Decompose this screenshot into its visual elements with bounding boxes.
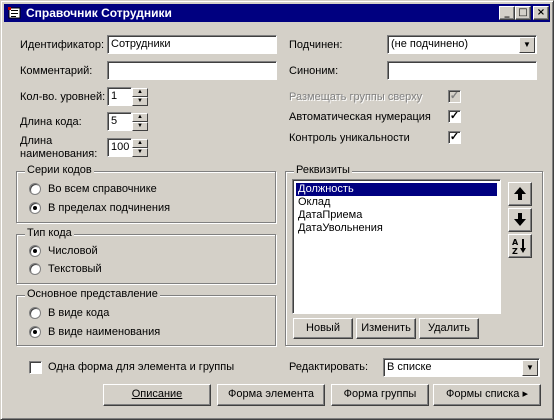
edit-attribute-button[interactable]: Изменить: [356, 318, 416, 339]
auto-numbering-checkbox[interactable]: ✓: [448, 110, 461, 123]
new-attribute-button[interactable]: Новый: [293, 318, 353, 339]
title-bar[interactable]: Справочник Сотрудники _ □ ×: [4, 4, 550, 22]
radio-numeric[interactable]: [29, 245, 41, 257]
code-type-title: Тип кода: [25, 227, 74, 239]
code-length-spinner[interactable]: ▲ ▼: [132, 113, 148, 131]
edit-mode-label: Редактировать:: [289, 361, 369, 373]
uniqueness-checkbox[interactable]: ✓: [448, 131, 461, 144]
sort-az-icon: A Z: [512, 238, 526, 256]
close-button[interactable]: ×: [533, 6, 549, 20]
delete-attribute-button[interactable]: Удалить: [419, 318, 479, 339]
name-length-spinner[interactable]: ▲ ▼: [132, 139, 148, 157]
chevron-down-icon[interactable]: ▼: [519, 37, 535, 53]
svg-text:A: A: [512, 238, 519, 247]
groups-top-label: Размещать группы сверху: [289, 91, 423, 103]
main-view-group: Основное представление В виде кода В вид…: [16, 288, 276, 346]
one-form-label: Одна форма для элемента и группы: [48, 361, 235, 373]
chevron-down-icon[interactable]: ▼: [522, 360, 538, 376]
list-item[interactable]: Должность: [296, 183, 497, 196]
code-length-field[interactable]: 5 ▲ ▼: [107, 112, 148, 131]
comment-field[interactable]: [107, 61, 277, 80]
auto-numbering-label: Автоматическая нумерация: [289, 111, 431, 123]
levels-spinner[interactable]: ▲ ▼: [132, 88, 148, 106]
edit-mode-combo[interactable]: В списке ▼: [383, 358, 540, 377]
radio-text-label: Текстовый: [48, 263, 102, 275]
name-length-label-line2: наименования:: [20, 148, 98, 160]
subordinate-combo[interactable]: (не подчинено) ▼: [387, 35, 537, 54]
triangle-right-icon: ▸: [522, 388, 528, 400]
list-forms-button[interactable]: Формы списка ▸: [433, 384, 541, 406]
code-series-title: Серии кодов: [25, 164, 94, 176]
identifier-field[interactable]: Сотрудники: [107, 35, 277, 54]
arrow-up-icon: [514, 187, 526, 200]
sort-button[interactable]: A Z: [508, 234, 532, 258]
code-type-group: Тип кода Числовой Текстовый: [16, 227, 276, 284]
description-button[interactable]: Описание: [103, 384, 211, 406]
levels-field[interactable]: 1 ▲ ▼: [107, 87, 148, 106]
move-down-button[interactable]: [508, 208, 532, 232]
name-length-label-line1: Длина: [20, 135, 53, 147]
synonym-field[interactable]: [387, 61, 537, 80]
name-length-field[interactable]: 100 ▲ ▼: [107, 138, 148, 157]
uniqueness-label: Контроль уникальности: [289, 132, 410, 144]
group-form-button[interactable]: Форма группы: [331, 384, 429, 406]
synonym-label: Синоним:: [289, 65, 339, 77]
window-title: Справочник Сотрудники: [26, 6, 172, 20]
arrow-down-icon: [514, 213, 526, 226]
one-form-checkbox[interactable]: [29, 361, 42, 374]
svg-text:Z: Z: [512, 247, 518, 256]
radio-within-subordination[interactable]: [29, 202, 41, 214]
attributes-title: Реквизиты: [294, 164, 352, 176]
element-form-button[interactable]: Форма элемента: [217, 384, 325, 406]
attributes-list[interactable]: Должность Оклад ДатаПриема ДатаУвольнени…: [292, 179, 501, 314]
list-item[interactable]: ДатаУвольнения: [296, 222, 385, 235]
maximize-button[interactable]: □: [515, 6, 531, 20]
radio-by-name-label: В виде наименования: [48, 326, 161, 338]
radio-by-name[interactable]: [29, 326, 41, 338]
subordinate-label: Подчинен:: [289, 39, 343, 51]
code-series-group: Серии кодов Во всем справочнике В предел…: [16, 164, 276, 223]
groups-top-checkbox[interactable]: ✓: [448, 90, 461, 103]
identifier-label: Идентификатор:: [20, 39, 105, 51]
list-item[interactable]: ДатаПриема: [296, 209, 364, 222]
comment-label: Комментарий:: [20, 65, 93, 77]
radio-whole-catalog-label: Во всем справочнике: [48, 183, 157, 195]
catalog-icon: [7, 5, 23, 21]
radio-numeric-label: Числовой: [48, 245, 98, 257]
radio-whole-catalog[interactable]: [29, 183, 41, 195]
move-up-button[interactable]: [508, 182, 532, 206]
radio-text[interactable]: [29, 263, 41, 275]
minimize-button[interactable]: _: [499, 6, 515, 20]
levels-label: Кол-во. уровней:: [20, 91, 106, 103]
list-item[interactable]: Оклад: [296, 196, 332, 209]
dialog-window: Справочник Сотрудники _ □ × Идентификато…: [0, 0, 554, 420]
main-view-title: Основное представление: [25, 288, 160, 300]
radio-within-subordination-label: В пределах подчинения: [48, 202, 171, 214]
code-length-label: Длина кода:: [20, 116, 82, 128]
radio-by-code[interactable]: [29, 307, 41, 319]
radio-by-code-label: В виде кода: [48, 307, 110, 319]
